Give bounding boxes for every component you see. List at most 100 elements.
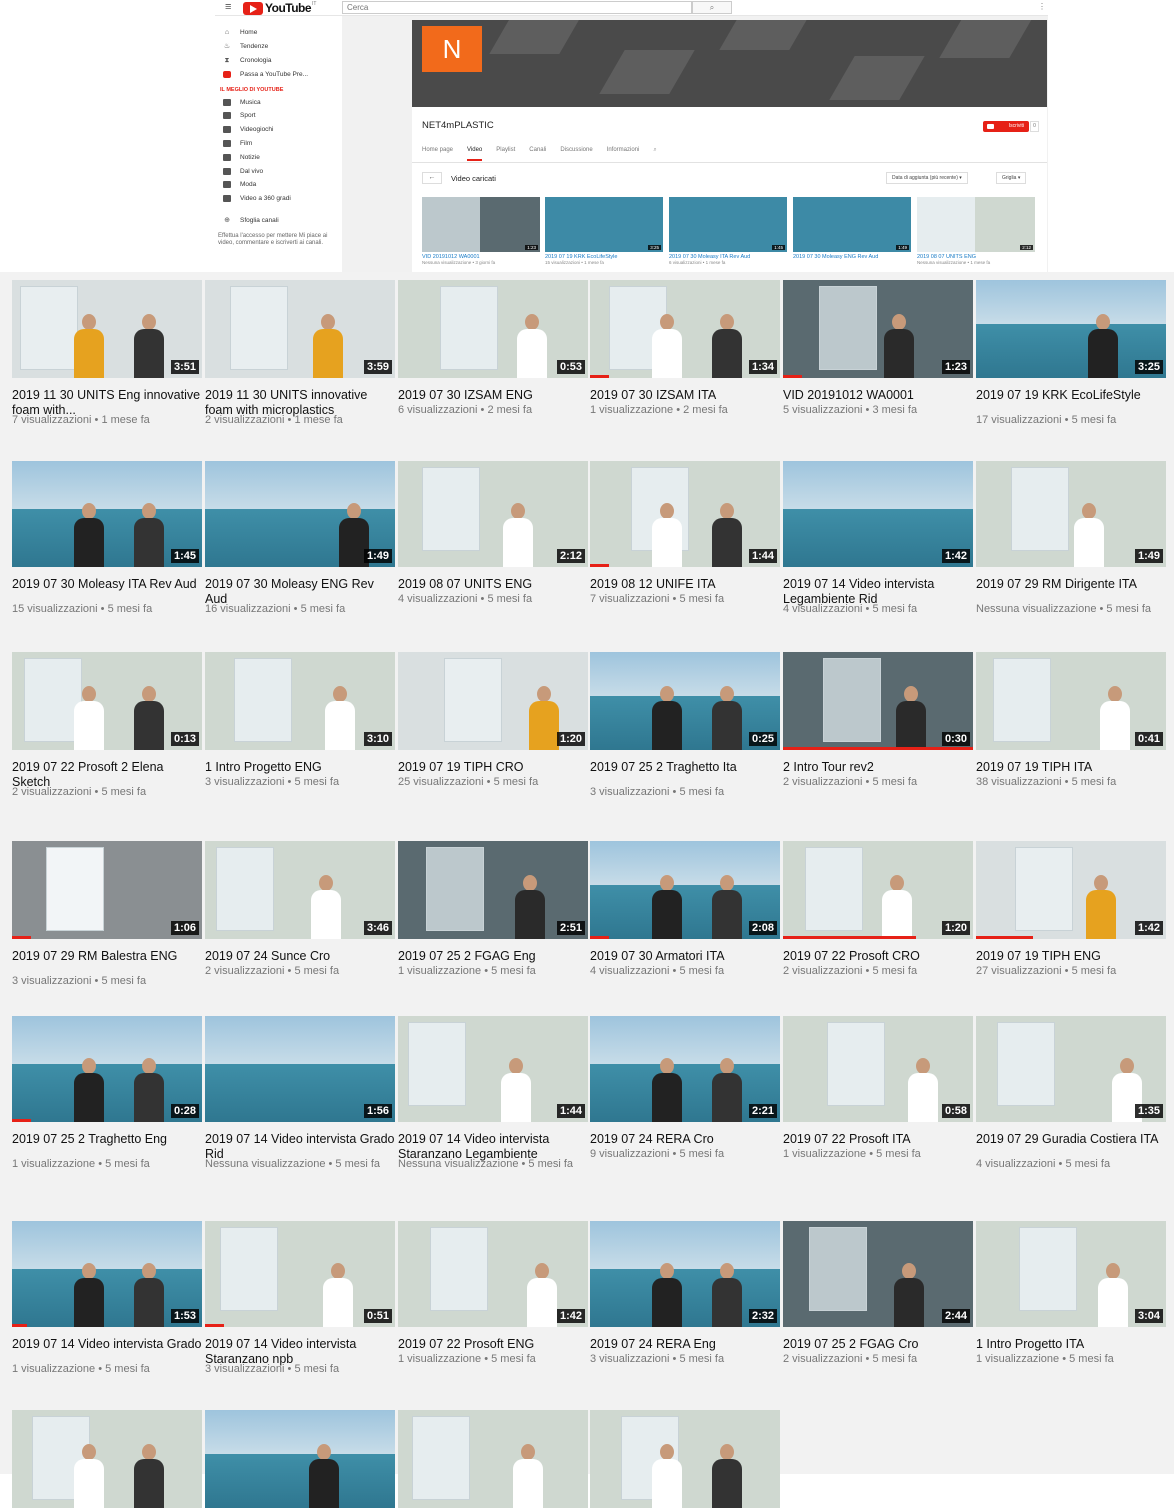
subscribe-button[interactable]: Iscriviti (983, 121, 1029, 132)
video-card[interactable]: 0:30 2 Intro Tour rev2 2 visualizzazioni •… (783, 652, 973, 790)
video-card[interactable]: 1:44 2019 08 12 UNIFE ITA 7 visualizzazion… (590, 461, 780, 607)
sidebar-item-home[interactable]: ⌂ Home (215, 26, 342, 40)
video-card[interactable]: 0:28 2019 07 25 2 Traghetto Eng 1 visualiz… (12, 1016, 202, 1172)
video-thumbnail[interactable]: 0:13 (12, 652, 202, 750)
video-thumbnail[interactable]: 3:59 (205, 280, 395, 378)
video-thumbnail[interactable]: 1:49 (793, 197, 911, 252)
video-thumbnail[interactable]: 1:20 (783, 841, 973, 939)
video-card[interactable]: 2:32 2019 07 24 RERA Eng 3 visualizzazioni… (590, 1221, 780, 1367)
video-card[interactable] (205, 1410, 395, 1508)
video-thumbnail[interactable]: 2:12 (398, 461, 588, 567)
sidebar-item-fashion[interactable]: Moda (215, 178, 342, 192)
video-thumbnail[interactable]: 3:04 (976, 1221, 1166, 1327)
video-card[interactable]: 0:53 2019 07 30 IZSAM ENG 6 visualizzazion… (398, 280, 588, 418)
video-thumbnail[interactable]: 1:49 (976, 461, 1166, 567)
video-card[interactable]: 1:20 2019 07 22 Prosoft CRO 2 visualizzazi… (783, 841, 973, 979)
video-thumbnail[interactable]: 0:28 (12, 1016, 202, 1122)
video-thumbnail[interactable]: 1:56 (205, 1016, 395, 1122)
video-thumbnail[interactable]: 1:20 (398, 652, 588, 750)
video-card[interactable]: 0:41 2019 07 19 TIPH ITA 38 visualizzazion… (976, 652, 1166, 790)
video-thumbnail[interactable]: 1:44 (398, 1016, 588, 1122)
video-thumbnail[interactable] (590, 1410, 780, 1508)
video-card[interactable]: 1:20 2019 07 19 TIPH CRO 25 visualizzazion… (398, 652, 588, 790)
video-thumbnail[interactable]: 1:23 (422, 197, 540, 252)
sidebar-item-gaming[interactable]: Videogiochi (215, 123, 342, 137)
video-thumbnail[interactable]: 1:53 (12, 1221, 202, 1327)
video-card[interactable] (12, 1410, 202, 1508)
video-thumbnail[interactable]: 1:42 (976, 841, 1166, 939)
shelf-video[interactable]: 3:25 2019 07 19 KRK EcoLifeStyle 15 visual… (545, 197, 663, 265)
youtube-logo[interactable]: YouTube IT (243, 1, 317, 15)
view-dropdown[interactable]: Griglia ▾ (996, 172, 1027, 184)
video-thumbnail[interactable]: 1:42 (783, 461, 973, 567)
sidebar-item-live[interactable]: Dal vivo (215, 164, 342, 178)
tab-playlists[interactable]: Playlist (496, 147, 515, 161)
video-title[interactable]: 2019 07 30 Moleasy ENG Rev Aud (793, 254, 911, 260)
video-card[interactable]: 2:12 2019 08 07 UNITS ENG 4 visualizzazion… (398, 461, 588, 607)
video-thumbnail[interactable]: 0:25 (590, 652, 780, 750)
video-thumbnail[interactable]: 2:32 (590, 1221, 780, 1327)
video-thumbnail[interactable]: 1:45 (669, 197, 787, 252)
video-thumbnail[interactable]: 0:41 (976, 652, 1166, 750)
video-card[interactable]: 0:51 2019 07 14 Video intervista Staranza… (205, 1221, 395, 1377)
sidebar-item-trending[interactable]: ♨ Tendenze (215, 40, 342, 54)
channel-avatar[interactable]: N (422, 26, 482, 72)
video-thumbnail[interactable]: 0:58 (783, 1016, 973, 1122)
tab-discussion[interactable]: Discussione (560, 147, 592, 161)
shelf-video[interactable]: 1:45 2019 07 30 Moleasy ITA Rev Aud 6 visu… (669, 197, 787, 265)
shelf-video[interactable]: 2:12 2019 08 07 UNITS ENG Nessuna visualiz… (917, 197, 1035, 265)
video-card[interactable]: 2:51 2019 07 25 2 FGAG Eng 1 visualizzazio… (398, 841, 588, 979)
shelf-video[interactable]: 1:49 2019 07 30 Moleasy ENG Rev Aud (793, 197, 911, 260)
video-thumbnail[interactable]: 3:25 (976, 280, 1166, 378)
sidebar-item-history[interactable]: ⧗ Cronologia (215, 54, 342, 68)
video-thumbnail[interactable]: 3:25 (545, 197, 663, 252)
video-card[interactable]: 2:21 2019 07 24 RERA Cro 9 visualizzazioni… (590, 1016, 780, 1162)
sidebar-item-music[interactable]: Musica (215, 95, 342, 109)
video-card[interactable]: 1:56 2019 07 14 Video intervista Grado Ri… (205, 1016, 395, 1172)
tab-about[interactable]: Informazioni (607, 147, 640, 161)
video-thumbnail[interactable] (205, 1410, 395, 1508)
video-card[interactable]: 3:10 1 Intro Progetto ENG 3 visualizzazion… (205, 652, 395, 790)
video-card[interactable]: 2:44 2019 07 25 2 FGAG Cro 2 visualizzazio… (783, 1221, 973, 1367)
video-card[interactable]: 3:25 2019 07 19 KRK EcoLifeStyle 17 visual… (976, 280, 1166, 428)
video-thumbnail[interactable]: 1:45 (12, 461, 202, 567)
hamburger-menu-icon[interactable]: ≡ (225, 1, 231, 13)
video-card[interactable]: 1:23 VID 20191012 WA0001 5 visualizzazioni… (783, 280, 973, 418)
video-card[interactable] (590, 1410, 780, 1508)
video-card[interactable]: 2:08 2019 07 30 Armatori ITA 4 visualizzaz… (590, 841, 780, 979)
video-card[interactable] (398, 1410, 588, 1508)
video-card[interactable]: 1:45 2019 07 30 Moleasy ITA Rev Aud 15 vis… (12, 461, 202, 617)
shelf-video[interactable]: 1:23 VID 20191012 WA0001 Nessuna visualizz… (422, 197, 540, 265)
video-thumbnail[interactable]: 2:21 (590, 1016, 780, 1122)
back-button[interactable]: ← (422, 172, 442, 184)
video-card[interactable]: 1:49 2019 07 30 Moleasy ENG Rev Aud 16 vis… (205, 461, 395, 617)
video-card[interactable]: 1:42 2019 07 19 TIPH ENG 27 visualizzazion… (976, 841, 1166, 979)
sidebar-item-browse-channels[interactable]: ⊕ Sfoglia canali (215, 214, 342, 228)
video-card[interactable]: 1:42 2019 07 14 Video intervista Legambie… (783, 461, 973, 617)
video-thumbnail[interactable]: 0:51 (205, 1221, 395, 1327)
video-thumbnail[interactable]: 1:49 (205, 461, 395, 567)
video-thumbnail[interactable]: 3:10 (205, 652, 395, 750)
video-card[interactable]: 0:58 2019 07 22 Prosoft ITA 1 visualizzazi… (783, 1016, 973, 1162)
search-button[interactable]: ⌕ (692, 1, 732, 14)
video-card[interactable]: 1:44 2019 07 14 Video intervista Staranza… (398, 1016, 588, 1172)
video-card[interactable]: 1:53 2019 07 14 Video intervista Grado 1 v… (12, 1221, 202, 1377)
video-thumbnail[interactable]: 1:06 (12, 841, 202, 939)
video-card[interactable]: 1:42 2019 07 22 Prosoft ENG 1 visualizzazi… (398, 1221, 588, 1367)
video-thumbnail[interactable]: 2:51 (398, 841, 588, 939)
video-card[interactable]: 1:34 2019 07 30 IZSAM ITA 1 visualizzazion… (590, 280, 780, 418)
channel-search-icon[interactable]: ⌕ (653, 147, 656, 161)
video-thumbnail[interactable]: 2:12 (917, 197, 1035, 252)
video-thumbnail[interactable]: 1:42 (398, 1221, 588, 1327)
sort-dropdown[interactable]: Data di aggiunta (più recente) ▾ (886, 172, 968, 184)
video-card[interactable]: 3:59 2019 11 30 UNITS innovative foam wit… (205, 280, 395, 428)
video-thumbnail[interactable]: 3:46 (205, 841, 395, 939)
video-thumbnail[interactable]: 3:51 (12, 280, 202, 378)
video-card[interactable]: 3:46 2019 07 24 Sunce Cro 2 visualizzazion… (205, 841, 395, 979)
video-thumbnail[interactable]: 2:08 (590, 841, 780, 939)
search-input[interactable] (342, 1, 692, 14)
video-thumbnail[interactable] (12, 1410, 202, 1508)
sidebar-item-360[interactable]: Video a 360 gradi (215, 192, 342, 206)
video-thumbnail[interactable]: 1:34 (590, 280, 780, 378)
video-thumbnail[interactable]: 1:23 (783, 280, 973, 378)
